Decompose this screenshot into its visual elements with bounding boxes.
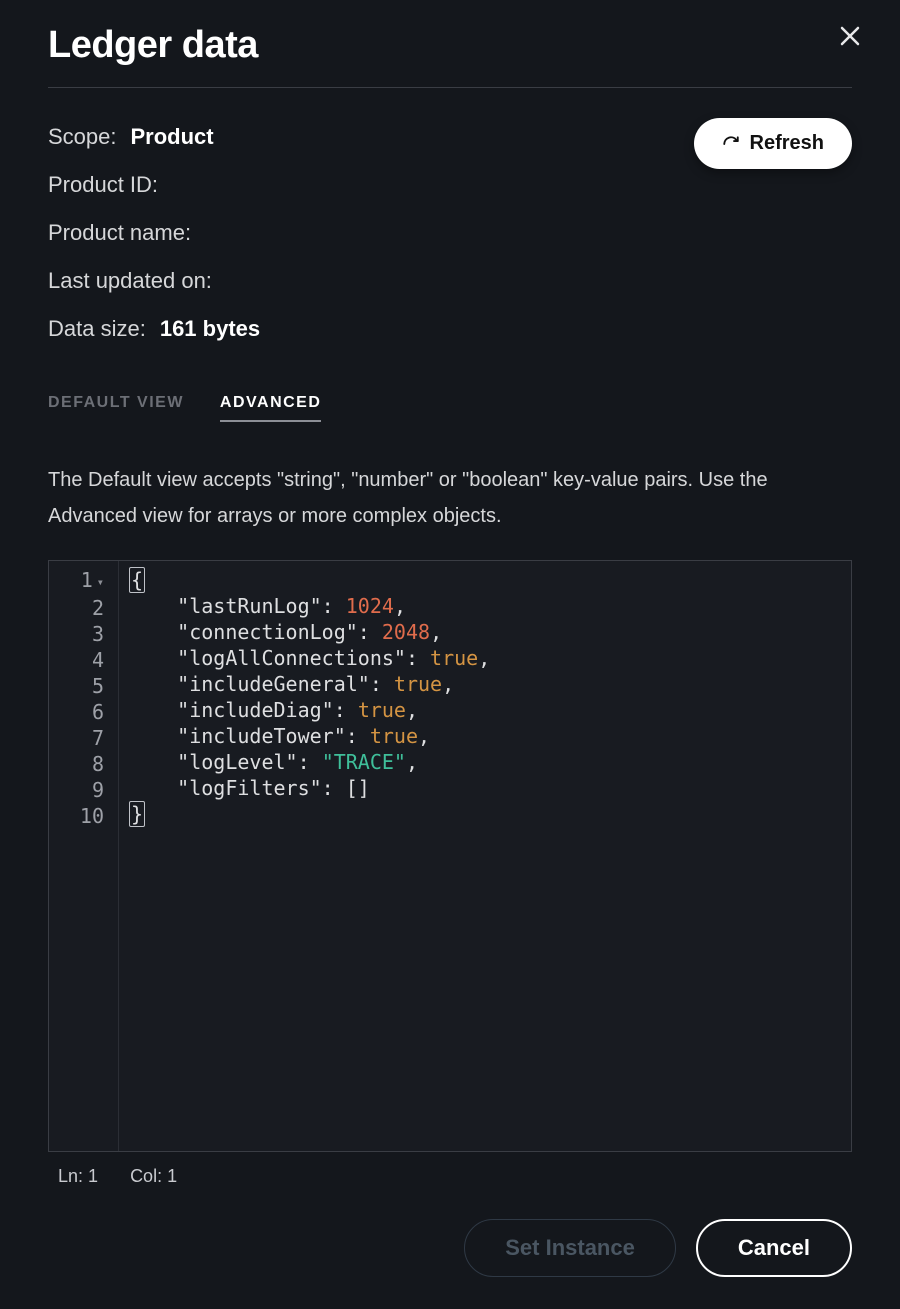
dialog-title: Ledger data [48,24,852,88]
meta-row-data-size: Data size: 161 bytes [48,316,852,342]
meta-row-last-updated: Last updated on: [48,268,852,294]
meta-row-product-id: Product ID: [48,172,852,198]
tab-advanced[interactable]: ADVANCED [220,394,321,422]
editor-code[interactable]: { "lastRunLog": 1024, "connectionLog": 2… [119,561,851,1151]
refresh-button[interactable]: Refresh [694,118,852,169]
close-button[interactable] [836,24,864,52]
editor-status-bar: Ln: 1 Col: 1 [48,1166,852,1187]
refresh-label: Refresh [750,132,824,155]
product-id-label: Product ID: [48,172,158,198]
data-size-label: Data size: [48,316,146,342]
ledger-data-dialog: Ledger data Refresh Scope: Product Produ… [0,0,900,1309]
editor-gutter: 1▾2345678910 [49,561,119,1151]
json-editor[interactable]: 1▾2345678910 { "lastRunLog": 1024, "conn… [48,560,852,1152]
meta-block: Refresh Scope: Product Product ID: Produ… [48,124,852,364]
close-icon [839,25,861,52]
set-instance-button: Set Instance [464,1219,676,1277]
data-size-value: 161 bytes [160,316,260,342]
refresh-icon [722,135,740,153]
fold-icon[interactable]: ▾ [97,575,104,589]
helper-text: The Default view accepts "string", "numb… [48,462,848,534]
meta-row-product-name: Product name: [48,220,852,246]
scope-value: Product [131,124,214,150]
scope-label: Scope: [48,124,117,150]
product-name-label: Product name: [48,220,191,246]
tab-default-view[interactable]: DEFAULT VIEW [48,394,184,422]
cancel-button[interactable]: Cancel [696,1219,852,1277]
view-tabs: DEFAULT VIEW ADVANCED [48,394,852,422]
dialog-footer: Set Instance Cancel [48,1187,852,1277]
status-ln: Ln: 1 [58,1166,98,1187]
last-updated-label: Last updated on: [48,268,212,294]
status-col: Col: 1 [130,1166,177,1187]
